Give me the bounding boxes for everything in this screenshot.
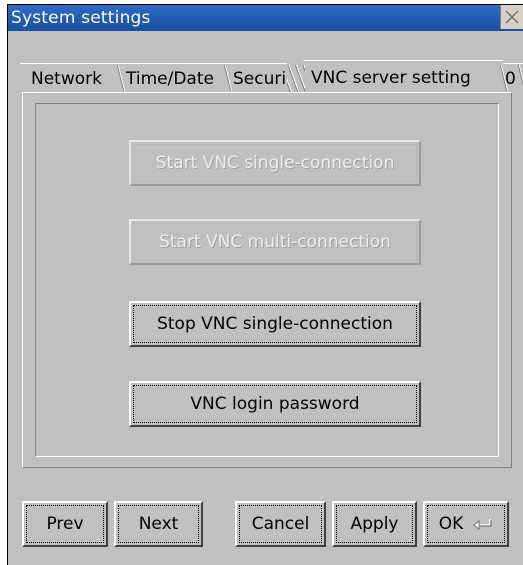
enter-icon	[473, 519, 492, 530]
cancel-label: Cancel	[251, 514, 310, 534]
apply-button[interactable]: Apply	[332, 501, 417, 547]
stop-vnc-single-label: Stop VNC single-connection	[157, 314, 393, 334]
window-title: System settings	[11, 8, 151, 28]
next-label: Next	[138, 514, 179, 534]
apply-label: Apply	[350, 514, 399, 534]
title-bar[interactable]: System settings	[8, 5, 523, 31]
tab-vnc-server-setting[interactable]: VNC server setting	[303, 60, 503, 92]
tab-network[interactable]: Network	[20, 63, 120, 92]
tab-overflow-label: 0	[505, 69, 516, 89]
close-icon	[505, 10, 519, 24]
tab-bar: Network Time/Date Securi VNC server sett…	[20, 60, 523, 93]
next-button[interactable]: Next	[114, 501, 203, 547]
ok-label: OK	[438, 514, 464, 534]
tab-time-date[interactable]: Time/Date	[120, 63, 227, 92]
prev-button[interactable]: Prev	[22, 501, 108, 547]
stop-vnc-single-button[interactable]: Stop VNC single-connection	[129, 301, 421, 347]
start-vnc-single-button[interactable]: Start VNC single-connection	[129, 140, 421, 186]
start-vnc-multi-button[interactable]: Start VNC multi-connection	[129, 219, 421, 265]
ok-button[interactable]: OK	[423, 501, 509, 547]
prev-label: Prev	[46, 514, 84, 534]
close-button[interactable]	[500, 5, 523, 29]
tab-time-date-label: Time/Date	[126, 69, 214, 89]
tab-network-label: Network	[31, 69, 102, 89]
tab-security-label: Securi	[233, 69, 287, 89]
vnc-login-password-button[interactable]: VNC login password	[129, 381, 421, 427]
system-settings-window: System settings Network Time/Date Securi…	[7, 4, 523, 565]
cancel-button[interactable]: Cancel	[235, 501, 326, 547]
tab-security[interactable]: Securi	[227, 63, 287, 92]
start-vnc-multi-label: Start VNC multi-connection	[159, 232, 391, 252]
vnc-login-password-label: VNC login password	[190, 394, 360, 414]
start-vnc-single-label: Start VNC single-connection	[155, 153, 395, 173]
tab-vnc-label: VNC server setting	[311, 68, 471, 88]
